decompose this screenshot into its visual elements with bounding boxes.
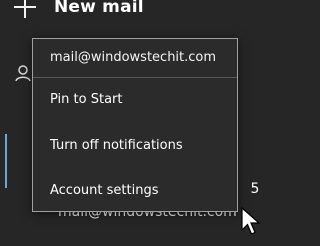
left-rail <box>0 34 7 246</box>
unread-count: 5 <box>250 181 260 197</box>
top-bar: New mail <box>0 0 300 34</box>
menu-header: mail@windowstechit.com <box>33 39 237 78</box>
selection-indicator <box>5 134 7 188</box>
person-icon[interactable] <box>14 64 32 82</box>
cursor-icon <box>241 206 261 235</box>
menu-item-label: Pin to Start <box>50 92 123 107</box>
menu-item-account-settings[interactable]: Account settings <box>33 177 237 207</box>
new-mail-label: New mail <box>54 0 144 17</box>
menu-item-label: Account settings <box>50 183 159 198</box>
menu-item-turn-off-notifications[interactable]: Turn off notifications <box>33 132 237 162</box>
account-email: mail@windowstechit.com <box>50 50 217 65</box>
menu-item-pin-to-start[interactable]: Pin to Start <box>33 86 237 116</box>
plus-icon <box>14 0 36 18</box>
account-context-menu: mail@windowstechit.com Pin to Start Turn… <box>32 38 238 212</box>
menu-item-label: Turn off notifications <box>50 138 183 153</box>
new-mail-button[interactable]: New mail <box>14 0 144 18</box>
